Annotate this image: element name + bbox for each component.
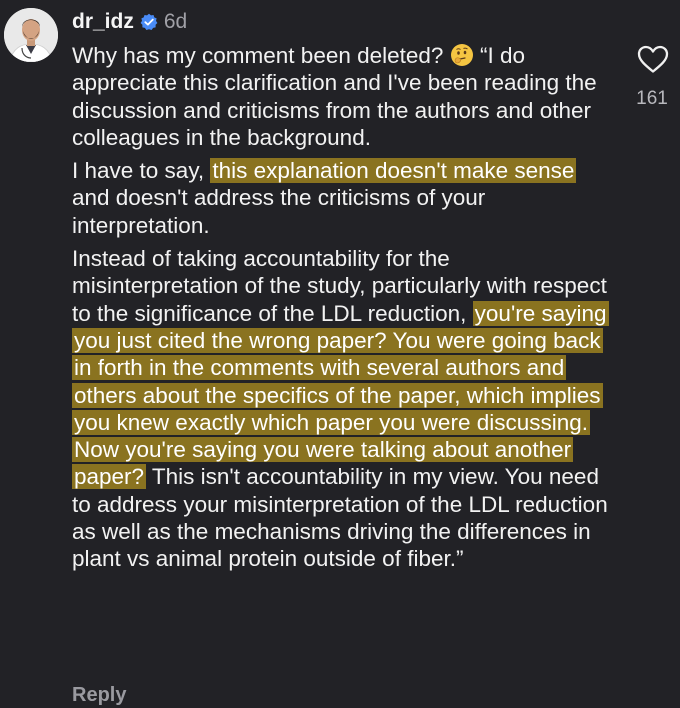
comment: dr_idz 6d Why has my comment been delete… <box>0 0 680 708</box>
highlighted-text: you're saying you just cited the wrong p… <box>72 300 609 490</box>
reply-button[interactable]: Reply <box>72 684 126 707</box>
comment-body: Why has my comment been deleted? “I do a… <box>72 42 612 579</box>
username[interactable]: dr_idz <box>72 10 134 34</box>
avatar[interactable] <box>4 8 58 62</box>
comment-paragraph-1: Why has my comment been deleted? “I do a… <box>72 42 612 151</box>
highlighted-text: this explanation doesn't make sense <box>210 158 577 184</box>
thinking-face-emoji <box>450 43 474 67</box>
comment-meta: dr_idz 6d <box>72 8 187 36</box>
heart-outline-icon[interactable] <box>636 44 670 74</box>
paragraph-3-text-b: This isn't accountability in my view. Yo… <box>72 464 608 572</box>
comment-paragraph-3: Instead of taking accountability for the… <box>72 245 612 573</box>
comment-paragraph-2: I have to say, this explanation doesn't … <box>72 157 612 239</box>
verified-badge-icon <box>140 13 158 31</box>
paragraph-2-text-b: and doesn't address the criticisms of yo… <box>72 185 486 238</box>
paragraph-1-text-a: Why has my comment been deleted? <box>72 43 450 68</box>
paragraph-2-text-a: I have to say, <box>72 158 211 184</box>
timestamp: 6d <box>163 10 188 33</box>
like-count: 161 <box>636 88 668 109</box>
